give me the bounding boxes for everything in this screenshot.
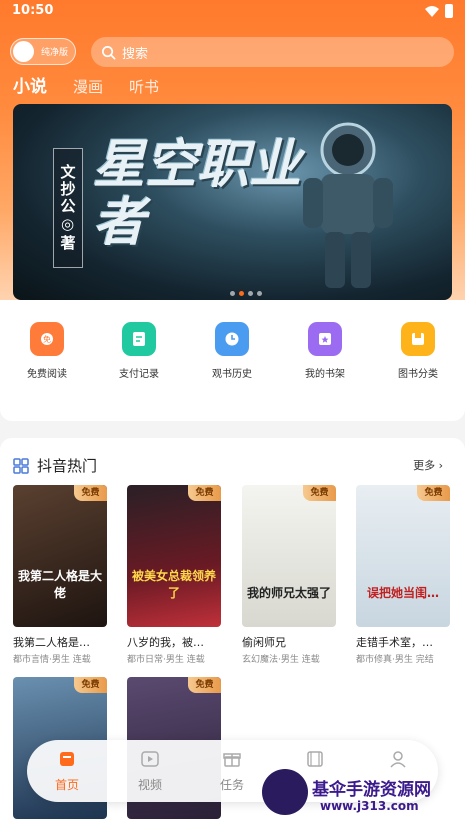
video-icon — [141, 751, 159, 767]
quick-label: 图书分类 — [398, 369, 438, 380]
wifi-icon — [425, 5, 439, 17]
quick-label: 观书历史 — [212, 369, 252, 380]
astronaut-illustration — [303, 122, 393, 288]
carousel-dot[interactable] — [257, 291, 262, 296]
free-badge: 免费 — [74, 677, 107, 693]
status-time: 10:50 — [12, 3, 54, 18]
free-badge: 免费 — [74, 485, 107, 501]
book-meta: 都市言情·男生 连载 — [13, 655, 91, 665]
section-header: 抖音热门 — [13, 455, 97, 476]
cover-title: 我的师兄太强了 — [246, 586, 331, 600]
system-icons — [425, 4, 453, 18]
book-cover: 免费 被美女总裁领养了 — [127, 485, 221, 627]
tab-comic[interactable]: 漫画 — [73, 76, 103, 97]
bookshelf-icon — [308, 322, 342, 356]
pure-mode-toggle[interactable]: 纯净版 — [10, 38, 76, 65]
cover-title: 被美女总裁领养了 — [131, 569, 216, 600]
nav-label: 视频 — [137, 778, 162, 792]
book-cover: 免费 我的师兄太强了 — [242, 485, 336, 627]
category-tabs: 小说 漫画 听书 — [13, 72, 159, 97]
nav-video[interactable]: 视频 — [125, 750, 175, 793]
nav-label: 首页 — [54, 778, 79, 792]
cover-title: 我第二人格是大佬 — [17, 569, 102, 600]
quick-history[interactable]: 观书历史 — [197, 322, 267, 380]
history-clock-icon — [215, 322, 249, 356]
toggle-knob — [13, 41, 34, 62]
more-label: 更多 — [413, 459, 436, 472]
nav-label: 任务 — [219, 778, 244, 792]
carousel-dot-active[interactable] — [239, 291, 244, 296]
book-meta: 都市日常·男生 连载 — [127, 655, 205, 665]
tab-audiobook[interactable]: 听书 — [129, 76, 159, 97]
book-title: 我第二人格是… — [13, 636, 90, 649]
book-meta: 玄幻魔法·男生 连载 — [242, 655, 320, 665]
free-read-icon: 免 — [30, 322, 64, 356]
book-card[interactable]: 免费 误把她当闺… 走错手术室，… 都市修真·男生 完结 — [356, 485, 450, 665]
more-link[interactable]: 更多 › — [413, 457, 443, 473]
nav-home[interactable]: 首页 — [42, 750, 92, 793]
quick-category[interactable]: 图书分类 — [383, 322, 453, 380]
nav-task[interactable]: 任务 — [207, 750, 257, 793]
free-badge: 免费 — [303, 485, 336, 501]
search-icon — [102, 45, 116, 59]
book-card[interactable]: 免费 被美女总裁领养了 八岁的我，被… 都市日常·男生 连载 — [127, 485, 221, 665]
quick-bookshelf[interactable]: 我的书架 — [290, 322, 360, 380]
cover-title: 误把她当闺… — [366, 586, 439, 600]
free-badge: 免费 — [417, 485, 450, 501]
quick-links: 免 免费阅读 支付记录 观书历史 我的书架 图书分类 — [0, 300, 465, 421]
free-badge: 免费 — [188, 677, 221, 693]
chevron-right-icon: › — [438, 459, 443, 472]
book-meta: 都市修真·男生 完结 — [356, 655, 434, 665]
banner-author: 文抄公◎著 — [53, 148, 83, 268]
carousel-dot[interactable] — [248, 291, 253, 296]
toggle-label: 纯净版 — [41, 48, 69, 58]
payment-record-icon — [122, 322, 156, 356]
grid-icon — [13, 457, 29, 474]
watermark-name: 基伞手游资源网 — [312, 780, 431, 800]
quick-label: 支付记录 — [119, 369, 159, 380]
section-title: 抖音热门 — [37, 457, 98, 475]
carousel-dot[interactable] — [230, 291, 235, 296]
watermark-logo — [262, 769, 308, 815]
category-icon — [401, 322, 435, 356]
banner-title: 星空职业者 — [93, 135, 302, 253]
status-bar: 10:50 — [0, 0, 465, 26]
book-title: 八岁的我，被… — [127, 636, 204, 649]
home-icon — [60, 752, 74, 766]
free-badge: 免费 — [188, 485, 221, 501]
book-card[interactable]: 免费 我第二人格是大佬 我第二人格是… 都市言情·男生 连载 — [13, 485, 107, 665]
watermark-url: www.j313.com — [320, 799, 419, 813]
site-watermark: 基伞手游资源网 www.j313.com — [262, 765, 462, 821]
carousel-indicators — [230, 291, 262, 296]
quick-free-read[interactable]: 免 免费阅读 — [12, 322, 82, 380]
svg-text:免: 免 — [43, 334, 51, 344]
quick-label: 免费阅读 — [27, 369, 67, 380]
quick-label: 我的书架 — [305, 369, 345, 380]
book-title: 走错手术室，… — [356, 636, 433, 649]
book-title: 偷闲师兄 — [242, 636, 286, 649]
gift-icon — [223, 753, 241, 767]
search-placeholder: 搜索 — [122, 46, 149, 62]
book-card[interactable]: 免费 我的师兄太强了 偷闲师兄 玄幻魔法·男生 连载 — [242, 485, 336, 665]
quick-payment-record[interactable]: 支付记录 — [104, 322, 174, 380]
search-input[interactable]: 搜索 — [91, 37, 454, 67]
banner-carousel[interactable]: 文抄公◎著 星空职业者 — [13, 104, 452, 300]
tab-novel[interactable]: 小说 — [13, 72, 47, 97]
book-cover: 免费 我第二人格是大佬 — [13, 485, 107, 627]
battery-icon — [445, 4, 453, 18]
book-cover: 免费 误把她当闺… — [356, 485, 450, 627]
